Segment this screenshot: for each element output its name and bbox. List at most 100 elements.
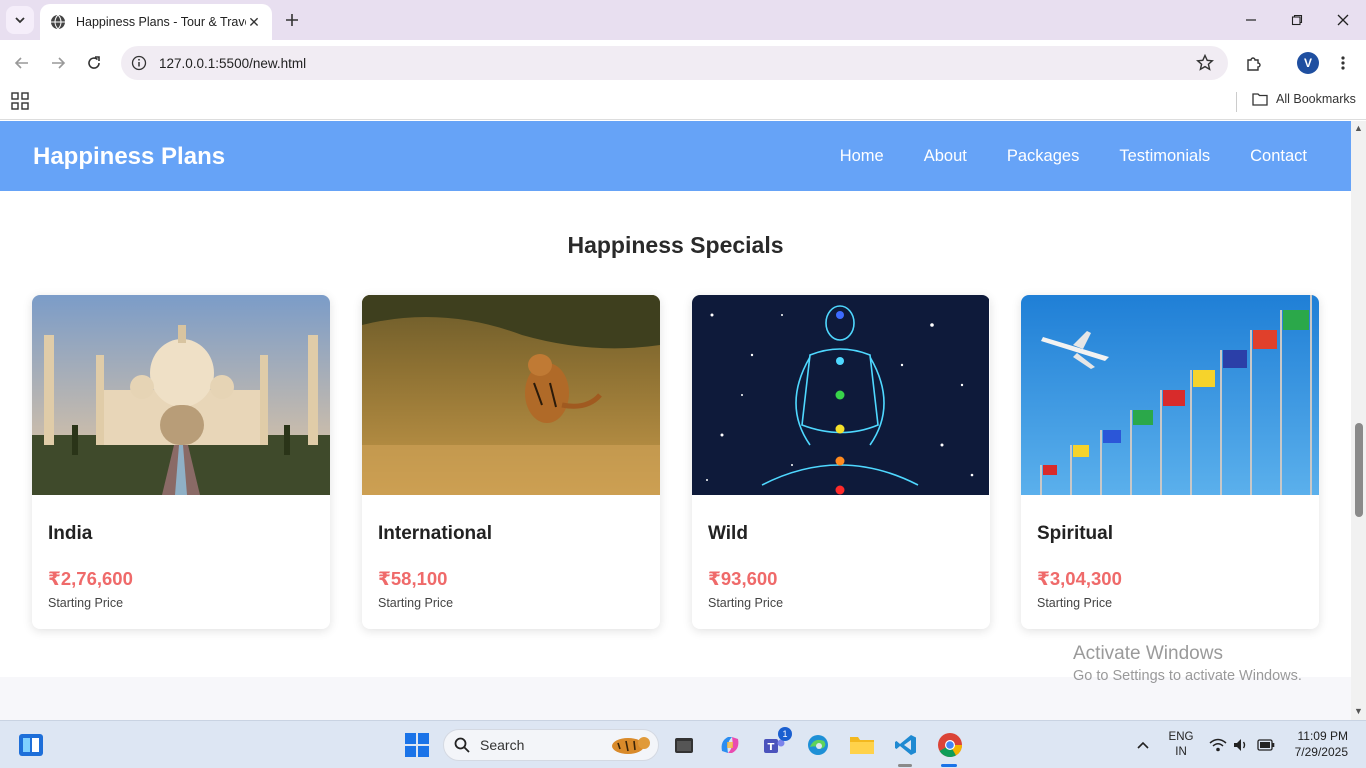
clock-time: 11:09 PM [1297, 729, 1348, 743]
teams-app[interactable]: T 1 [760, 727, 792, 759]
volume-icon[interactable] [1233, 738, 1249, 752]
tiger-search-highlight-icon [612, 737, 650, 754]
nav-packages[interactable]: Packages [1007, 147, 1079, 166]
close-icon [1337, 14, 1349, 26]
nav-testimonials[interactable]: Testimonials [1119, 147, 1210, 166]
windows-start-icon[interactable] [405, 733, 429, 757]
edge-icon [808, 735, 828, 755]
chevron-down-icon [15, 17, 25, 24]
arrow-right-icon [52, 57, 66, 69]
section-title: Happiness Specials [567, 232, 784, 258]
card-title: Spiritual [1037, 523, 1114, 544]
card-title: India [48, 523, 93, 544]
battery-icon[interactable] [1257, 739, 1275, 751]
teams-badge: 1 [778, 727, 792, 741]
more-vertical-icon [1341, 56, 1345, 70]
meditation-chakra-image [692, 295, 990, 495]
vscode-app[interactable] [892, 731, 920, 759]
svg-text:T: T [768, 742, 775, 753]
windows-taskbar: Search T 1 ENG IN [0, 720, 1366, 768]
package-card-india[interactable]: India ₹2,76,600 Starting Price [32, 295, 330, 629]
chrome-icon [938, 733, 962, 758]
card-price-caption: Starting Price [708, 596, 784, 610]
new-tab-button[interactable] [280, 8, 304, 32]
search-label: Search [480, 737, 525, 753]
address-bar[interactable]: 127.0.0.1:5500/new.html [121, 46, 1228, 80]
show-hidden-icons-icon[interactable] [1136, 740, 1150, 750]
card-price: ₹2,76,600 [48, 568, 133, 589]
back-button[interactable] [9, 50, 35, 76]
all-bookmarks-label: All Bookmarks [1276, 92, 1356, 106]
taskview-app[interactable] [670, 731, 698, 759]
folder-icon [850, 737, 874, 754]
restore-button[interactable] [1274, 0, 1320, 40]
card-price-caption: Starting Price [378, 596, 454, 610]
task-view-icon [675, 738, 693, 753]
package-card-international[interactable]: International ₹58,100 Starting Price [362, 295, 660, 629]
card-title: Wild [708, 523, 748, 544]
scroll-up-icon[interactable]: ▲ [1354, 123, 1363, 133]
reload-button[interactable] [81, 50, 107, 76]
copilot-app[interactable] [716, 731, 744, 759]
package-card-wild[interactable]: Wild ₹93,600 Starting Price [692, 295, 990, 629]
card-price: ₹58,100 [378, 568, 448, 589]
card-price: ₹93,600 [708, 568, 778, 589]
input-language-indicator[interactable]: ENG IN [1166, 730, 1196, 760]
tiger-savanna-image [362, 295, 660, 495]
activate-windows-watermark: Activate Windows Go to Settings to activ… [1073, 643, 1302, 684]
minimize-icon [1246, 19, 1256, 21]
reload-icon [88, 56, 100, 69]
arrow-left-icon [14, 57, 28, 69]
nav-contact[interactable]: Contact [1250, 147, 1307, 166]
site-info-icon[interactable] [131, 55, 147, 71]
nav-home[interactable]: Home [840, 147, 884, 166]
vscode-icon [895, 735, 916, 755]
apps-grid-icon[interactable] [11, 92, 29, 110]
bookmarks-bar: All Bookmarks [0, 84, 1366, 120]
nav-about[interactable]: About [924, 147, 967, 166]
plus-icon [286, 14, 298, 26]
tab-title: Happiness Plans - Tour & Travel [76, 15, 246, 29]
watermark-subtitle: Go to Settings to activate Windows. [1073, 668, 1302, 684]
close-window-button[interactable] [1320, 0, 1366, 40]
browser-tab-active[interactable]: Happiness Plans - Tour & Travel ✕ [40, 4, 272, 40]
restore-icon [1291, 14, 1303, 26]
profile-avatar[interactable]: V [1297, 52, 1319, 74]
clock-date: 7/29/2025 [1294, 745, 1348, 759]
forward-button[interactable] [45, 50, 71, 76]
browser-menu-button[interactable] [1330, 50, 1356, 76]
tab-search-button[interactable] [6, 6, 34, 34]
wifi-icon[interactable] [1209, 738, 1227, 752]
site-header: Happiness Plans Home About Packages Test… [0, 121, 1351, 191]
minimize-button[interactable] [1228, 0, 1274, 40]
search-icon [454, 737, 470, 753]
site-brand[interactable]: Happiness Plans [33, 143, 225, 171]
url-text[interactable]: 127.0.0.1:5500/new.html [159, 56, 306, 71]
language-code: ENG [1168, 731, 1194, 743]
folder-icon [1252, 93, 1268, 106]
copilot-icon [721, 737, 739, 753]
page-scrollbar[interactable]: ▲ ▼ [1351, 121, 1366, 720]
card-price-caption: Starting Price [1037, 596, 1113, 610]
file-explorer-app[interactable] [848, 731, 876, 759]
taskbar-search-box[interactable]: Search [443, 729, 659, 761]
scroll-down-icon[interactable]: ▼ [1354, 706, 1363, 716]
widgets-icon[interactable] [18, 733, 44, 757]
vscode-running-indicator [898, 764, 912, 767]
edge-app[interactable] [804, 731, 832, 759]
region-code: IN [1175, 746, 1187, 758]
bookmarks-divider [1236, 92, 1237, 112]
bookmark-star-icon[interactable] [1196, 54, 1214, 72]
extensions-button[interactable] [1241, 50, 1267, 76]
scroll-thumb[interactable] [1355, 423, 1363, 517]
chrome-active-indicator [941, 764, 957, 767]
taj-mahal-image [32, 295, 330, 495]
chrome-app[interactable] [936, 731, 964, 759]
all-bookmarks-button[interactable]: All Bookmarks [1252, 92, 1356, 106]
globe-icon [51, 14, 65, 30]
system-clock[interactable]: 11:09 PM 7/29/2025 [1288, 728, 1348, 760]
page-viewport: Happiness Plans Home About Packages Test… [0, 121, 1351, 720]
browser-tab-strip: Happiness Plans - Tour & Travel ✕ [0, 0, 1366, 40]
close-tab-icon[interactable]: ✕ [246, 14, 262, 31]
package-card-spiritual[interactable]: Spiritual ₹3,04,300 Starting Price [1021, 295, 1319, 629]
